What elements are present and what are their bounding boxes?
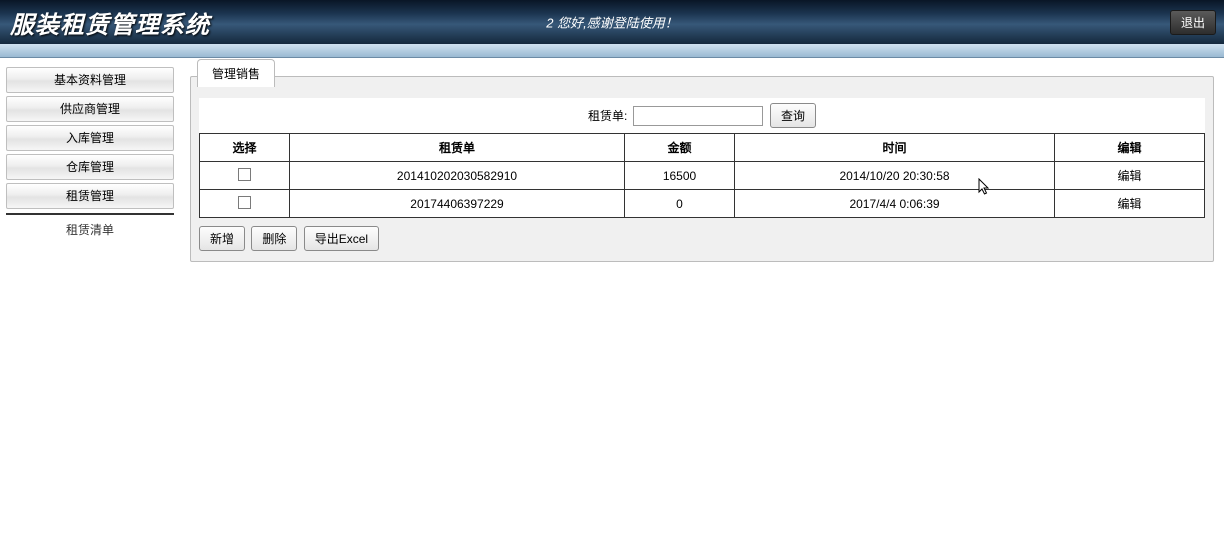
add-button[interactable]: 新增 [199,226,245,251]
search-button[interactable]: 查询 [770,103,816,128]
table-header-row: 选择 租赁单 金额 时间 编辑 [200,134,1205,162]
row-checkbox[interactable] [238,168,251,181]
search-row: 租赁单: 查询 [199,98,1205,133]
content-panel: 管理销售 租赁单: 查询 选择 租赁单 金额 时间 编辑 [190,76,1214,262]
action-bar: 新增 删除 导出Excel [199,226,1205,251]
sidebar: 基本资料管理 供应商管理 入库管理 仓库管理 租赁管理 租赁清单 [0,58,180,540]
cell-order: 20174406397229 [290,190,625,218]
th-edit: 编辑 [1055,134,1205,162]
search-input[interactable] [633,106,763,126]
header-subbar [0,44,1224,58]
th-amount: 金额 [625,134,735,162]
data-table: 选择 租赁单 金额 时间 编辑 201410202030582910 16500… [199,133,1205,218]
sidebar-item-basic[interactable]: 基本资料管理 [6,67,174,93]
app-title: 服装租赁管理系统 [10,5,210,40]
sidebar-sub-rentlist[interactable]: 租赁清单 [6,213,174,244]
cell-time: 2014/10/20 20:30:58 [735,162,1055,190]
logout-button[interactable]: 退出 [1170,10,1216,35]
export-button[interactable]: 导出Excel [304,226,379,251]
cell-time: 2017/4/4 0:06:39 [735,190,1055,218]
sidebar-item-instock[interactable]: 入库管理 [6,125,174,151]
edit-link[interactable]: 编辑 [1117,169,1141,183]
delete-button[interactable]: 删除 [251,226,297,251]
sidebar-item-supplier[interactable]: 供应商管理 [6,96,174,122]
sidebar-item-warehouse[interactable]: 仓库管理 [6,154,174,180]
cell-order: 201410202030582910 [290,162,625,190]
tab-bar: 管理销售 [191,64,1213,86]
th-select: 选择 [200,134,290,162]
tab-manage-sale[interactable]: 管理销售 [197,59,275,87]
edit-link[interactable]: 编辑 [1117,197,1141,211]
header-bar: 服装租赁管理系统 2 您好,感谢登陆使用！ 退出 [0,0,1224,44]
main-area: 管理销售 租赁单: 查询 选择 租赁单 金额 时间 编辑 [180,58,1224,540]
row-checkbox[interactable] [238,196,251,209]
sidebar-item-rent[interactable]: 租赁管理 [6,183,174,209]
th-time: 时间 [735,134,1055,162]
cell-amount: 0 [625,190,735,218]
table-row: 201410202030582910 16500 2014/10/20 20:3… [200,162,1205,190]
welcome-text: 2 您好,感谢登陆使用！ [546,13,677,32]
th-order: 租赁单 [290,134,625,162]
table-row: 20174406397229 0 2017/4/4 0:06:39 编辑 [200,190,1205,218]
cell-amount: 16500 [625,162,735,190]
search-label: 租赁单: [588,109,627,123]
